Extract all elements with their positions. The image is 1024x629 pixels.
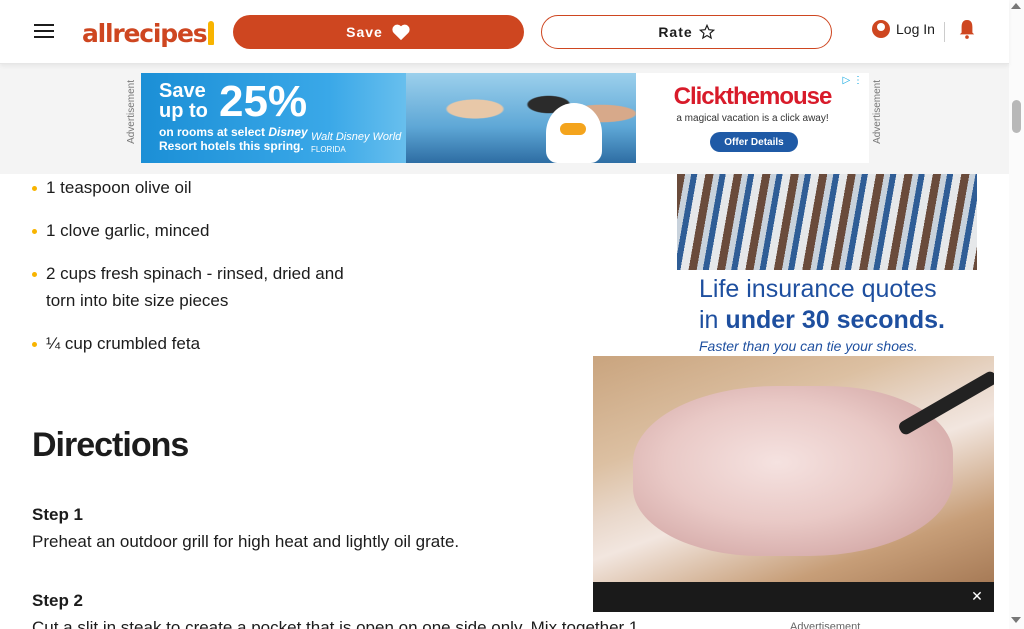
step-title: Step 1 (32, 505, 84, 524)
rate-button[interactable]: Rate (541, 15, 832, 49)
advertiser-tagline: a magical vacation is a click away! (676, 113, 829, 124)
ad-side-label-right: Advertisement (872, 80, 883, 144)
logo-text: allrecipes (82, 19, 208, 48)
bullet-icon (32, 272, 37, 277)
video-player[interactable] (593, 356, 994, 612)
scrollbar-thumb[interactable] (1012, 100, 1021, 133)
video-control-bar (593, 582, 994, 612)
ingredient-text: 1 clove garlic, minced (46, 221, 210, 240)
rail-ad-headline: Life insurance quotes in under 30 second… (699, 275, 945, 334)
hamburger-menu-icon[interactable] (34, 20, 54, 40)
offer-details-button[interactable]: Offer Details (710, 132, 798, 152)
video-ad-caption: Advertisement (790, 621, 861, 629)
login-link[interactable]: Log In (872, 20, 935, 38)
banner-percent: 25% (219, 77, 308, 126)
allrecipes-logo[interactable]: allrecipes (82, 14, 215, 48)
ad-side-label-left: Advertisement (126, 80, 137, 144)
page-scrollbar[interactable] (1009, 0, 1024, 629)
user-icon (872, 20, 890, 38)
bullet-icon (32, 229, 37, 234)
save-button-label: Save (346, 24, 383, 40)
banner-promo-panel[interactable]: Save up to 25% on rooms at select Disney… (141, 73, 636, 163)
scroll-down-arrow-icon[interactable] (1011, 617, 1021, 623)
rate-button-label: Rate (658, 24, 693, 40)
nav-divider (944, 22, 945, 42)
scroll-up-arrow-icon[interactable] (1011, 3, 1021, 9)
ingredient-item[interactable]: 1 teaspoon olive oil (32, 174, 377, 201)
logo-spoon-icon (208, 21, 215, 45)
banner-advertiser-panel[interactable]: ▷ ⋮ Clickthemouse a magical vacation is … (636, 73, 869, 163)
heart-icon (392, 24, 410, 41)
ingredient-text: 1 teaspoon olive oil (46, 178, 192, 197)
bullet-icon (32, 342, 37, 347)
banner-subtext: on rooms at select Disney Resort hotels … (159, 125, 308, 153)
save-button[interactable]: Save (233, 15, 524, 49)
direction-step[interactable]: Step 1 Preheat an outdoor grill for high… (32, 501, 632, 555)
disney-banner-ad[interactable]: Save up to 25% on rooms at select Disney… (141, 73, 869, 163)
rail-ad-photo (677, 174, 977, 270)
video-frame[interactable] (593, 356, 994, 582)
step-title: Step 2 (32, 591, 84, 610)
bell-icon[interactable] (958, 18, 976, 40)
rail-ad-subtext: Faster than you can tie your shoes. (699, 338, 918, 354)
close-icon[interactable]: ✕ (968, 587, 986, 605)
directions-heading: Directions (32, 426, 189, 464)
direction-step[interactable]: Step 2 Cut a slit in steak to create a p… (32, 587, 639, 629)
banner-headline: Save up to (159, 80, 208, 122)
ingredient-text: ¼ cup crumbled feta (46, 334, 201, 353)
ingredient-text: 2 cups fresh spinach - rinsed, dried and… (46, 264, 344, 310)
ingredient-item[interactable]: ¼ cup crumbled feta (32, 330, 377, 357)
bullet-icon (32, 186, 37, 191)
donald-duck-image (546, 103, 602, 163)
top-navigation-bar: allrecipes Save Rate Log In (0, 0, 1009, 64)
ingredient-item[interactable]: 2 cups fresh spinach - rinsed, dried and… (32, 260, 377, 314)
step-text: Preheat an outdoor grill for high heat a… (32, 532, 460, 551)
star-outline-icon (698, 24, 715, 40)
clickthemouse-logo: Clickthemouse (673, 83, 833, 110)
walt-disney-world-logo: Walt Disney World FLORIDA (311, 131, 402, 154)
login-label: Log In (896, 21, 935, 37)
ingredient-item[interactable]: 1 clove garlic, minced (32, 217, 377, 244)
ingredients-list: 1 teaspoon olive oil 1 clove garlic, min… (32, 174, 377, 373)
step-text: Cut a slit in steak to create a pocket t… (32, 618, 639, 629)
chicken-breast-image (633, 386, 953, 556)
